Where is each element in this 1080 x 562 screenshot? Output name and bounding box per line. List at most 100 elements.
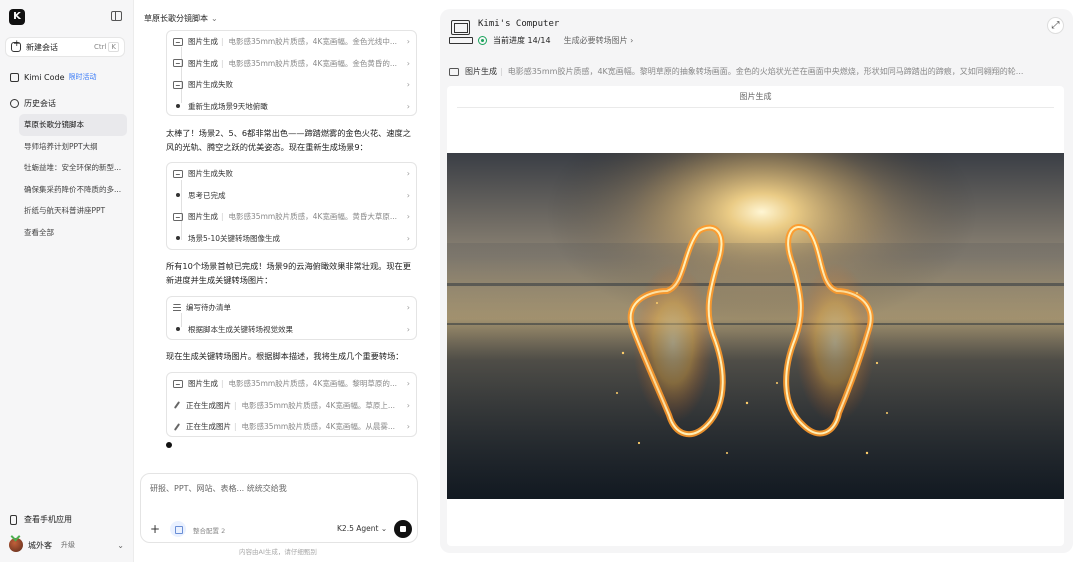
model-label: K2.5 Agent xyxy=(337,524,379,533)
assistant-message: 现在生成关键转场图片。根据脚本描述，我将生成几个重要转场： xyxy=(166,351,404,361)
sidebar-collapse-icon[interactable] xyxy=(111,11,122,21)
tool-call-card: 图片生成 | 电影感35mm胶片质感，4K宽画幅。金色光线中... › 图片生成 |… xyxy=(166,30,417,116)
progress-label: 当前进度 xyxy=(493,36,525,45)
stop-button[interactable] xyxy=(394,520,412,538)
current-step-label: 生成必要转场图片 xyxy=(563,36,628,45)
tool-call-row[interactable]: 场景5-10关键转场图像生成 › xyxy=(167,228,416,250)
history-item[interactable]: 确保集采药降价不降质的多... xyxy=(19,179,127,201)
tool-call-title: 正在生成图片 xyxy=(186,400,231,410)
action-desc: 电影感35mm胶片质感，4K宽画幅。黎明草原的抽象转场画面。金色的火焰状光芒在画… xyxy=(507,67,1024,76)
tool-call-title: 图片生成 xyxy=(188,212,218,222)
new-chat-icon xyxy=(11,39,21,52)
history-item[interactable]: 导师培养计划PPT大纲 xyxy=(19,136,127,158)
tool-call-row[interactable]: 重新生成场景9天地俯瞰 › xyxy=(167,96,416,118)
image-icon xyxy=(449,67,459,76)
image-icon xyxy=(173,59,183,68)
code-icon xyxy=(10,72,19,82)
bullet-icon xyxy=(176,104,180,109)
model-selector[interactable]: K2.5 Agent ⌄ xyxy=(337,524,387,533)
mobile-app-link[interactable]: 查看手机应用 xyxy=(10,514,72,525)
typing-indicator xyxy=(166,442,172,448)
new-chat-button[interactable]: 新建会话 Ctrl K xyxy=(5,37,125,57)
tools-icon[interactable] xyxy=(170,521,186,537)
chevron-right-icon: › xyxy=(406,101,410,111)
image-icon xyxy=(173,37,183,46)
chevron-right-icon: › xyxy=(406,303,410,313)
tools-label[interactable]: 整合配置 2 xyxy=(193,525,225,535)
user-name: 城外客 xyxy=(28,540,52,550)
chevron-right-icon: › xyxy=(406,80,410,90)
current-step-link[interactable]: 生成必要转场图片 › xyxy=(564,35,634,46)
status-dot-icon xyxy=(478,36,487,45)
mobile-app-label: 查看手机应用 xyxy=(24,515,72,524)
tool-call-card: 编写待办清单 › 根据脚本生成关键转场视觉效果 › xyxy=(166,296,417,340)
chevron-right-icon: › xyxy=(406,324,410,334)
image-icon xyxy=(173,379,183,388)
separator: | xyxy=(234,422,237,432)
chevron-right-icon: › xyxy=(406,190,410,200)
tool-call-desc: 电影感35mm胶片质感，4K宽画幅。黄昏大草原... xyxy=(228,212,398,222)
generated-image[interactable] xyxy=(447,153,1064,499)
chat-input-box[interactable]: 研报、PPT、网站、表格... 统统交给我 + 整合配置 2 K2.5 Agen… xyxy=(140,473,418,543)
chat-title-text: 草原长歌分镜脚本 xyxy=(144,14,208,23)
tool-call-row[interactable]: 图片生成失败 › xyxy=(167,74,416,96)
tool-call-row[interactable]: 图片生成 | 电影感35mm胶片质感，4K宽画幅。黄昏大草原... › xyxy=(167,206,416,228)
history-title: 历史会话 xyxy=(24,99,56,108)
tool-call-card: 图片生成失败 › 思考已完成 › 图片生成 | 电影感35mm胶片质感，4K宽画幅… xyxy=(166,162,417,250)
tool-call-row[interactable]: 正在生成图片 | 电影感35mm胶片质感，4K宽画幅。从晨雾... › xyxy=(167,416,416,438)
chevron-right-icon: › xyxy=(406,58,410,68)
separator: | xyxy=(221,379,224,389)
tool-call-title: 图片生成失败 xyxy=(188,80,233,90)
generated-image-svg xyxy=(447,153,1064,499)
chat-title[interactable]: 草原长歌分镜脚本 ⌄ xyxy=(144,13,218,24)
current-action: 图片生成 | 电影感35mm胶片质感，4K宽画幅。黎明草原的抽象转场画面。金色的… xyxy=(449,66,1061,77)
avatar xyxy=(9,538,23,552)
chevron-right-icon: › xyxy=(406,379,410,389)
tool-call-title: 根据脚本生成关键转场视觉效果 xyxy=(188,324,293,334)
brush-icon xyxy=(173,423,181,431)
tool-call-row[interactable]: 图片生成 | 电影感35mm胶片质感，4K宽画幅。金色光线中... › xyxy=(167,31,416,53)
tool-call-row[interactable]: 图片生成 | 电影感35mm胶片质感，4K宽画幅。金色黄昏的... › xyxy=(167,53,416,75)
tool-call-row[interactable]: 图片生成 | 电影感35mm胶片质感，4K宽画幅。黎明草原的... › xyxy=(167,373,416,395)
kimi-code-link[interactable]: Kimi Code 限时活动 xyxy=(10,72,97,82)
progress-status: 当前进度 14/14 生成必要转场图片 › xyxy=(478,35,633,46)
tool-call-row[interactable]: 正在生成图片 | 电影感35mm胶片质感，4K宽画幅。草原上... › xyxy=(167,395,416,417)
chat-input[interactable]: 研报、PPT、网站、表格... 统统交给我 xyxy=(150,483,287,494)
separator: | xyxy=(500,67,503,76)
phone-icon xyxy=(10,514,17,525)
chevron-down-icon[interactable]: ⌄ xyxy=(117,541,124,550)
bullet-icon xyxy=(176,236,180,241)
chevron-right-icon: › xyxy=(406,212,410,222)
tool-call-desc: 电影感35mm胶片质感，4K宽画幅。草原上... xyxy=(241,400,396,410)
attach-button[interactable]: + xyxy=(149,523,161,535)
history-item[interactable]: 草原长歌分镜脚本 xyxy=(19,114,127,136)
tool-call-title: 图片生成 xyxy=(188,58,218,68)
tool-call-row[interactable]: 思考已完成 › xyxy=(167,185,416,207)
brush-icon xyxy=(173,401,181,409)
chevron-down-icon: ⌄ xyxy=(211,14,218,23)
history-item[interactable]: 折纸与航天科普讲座PPT xyxy=(19,200,127,222)
tool-call-title: 编写待办清单 xyxy=(186,303,231,313)
view-all-history[interactable]: 查看全部 xyxy=(19,222,127,244)
tool-call-row[interactable]: 图片生成失败 › xyxy=(167,163,416,185)
tool-call-title: 思考已完成 xyxy=(188,190,226,200)
separator: | xyxy=(221,37,224,47)
tool-call-row[interactable]: 根据脚本生成关键转场视觉效果 › xyxy=(167,319,416,341)
viewer-title: 图片生成 xyxy=(457,86,1054,108)
image-icon xyxy=(173,80,183,89)
expand-icon[interactable]: ⤢ xyxy=(1047,17,1064,34)
tool-call-title: 图片生成失败 xyxy=(188,169,233,179)
separator: | xyxy=(221,58,224,68)
tool-call-title: 场景5-10关键转场图像生成 xyxy=(188,233,281,243)
assistant-message: 太棒了！场景2、5、6都非常出色——蹄踏燃雾的金色火花、速度之风的光轨、腾空之跃… xyxy=(166,128,411,152)
history-item[interactable]: 牡蛎益堆：安全环保的新型... xyxy=(19,157,127,179)
upgrade-link[interactable]: 升级 xyxy=(61,540,75,550)
tool-call-row[interactable]: 编写待办清单 › xyxy=(167,297,416,319)
user-menu[interactable]: 城外客 升级 ⌄ xyxy=(9,538,124,552)
tool-call-desc: 电影感35mm胶片质感，4K宽画幅。从晨雾... xyxy=(241,422,396,432)
kimi-logo[interactable]: K xyxy=(9,9,25,25)
new-chat-label: 新建会话 xyxy=(26,42,58,52)
computer-panel: Kimi's Computer 当前进度 14/14 生成必要转场图片 › ⤢ … xyxy=(440,9,1073,553)
tool-call-title: 图片生成 xyxy=(188,379,218,389)
image-icon xyxy=(173,212,183,221)
